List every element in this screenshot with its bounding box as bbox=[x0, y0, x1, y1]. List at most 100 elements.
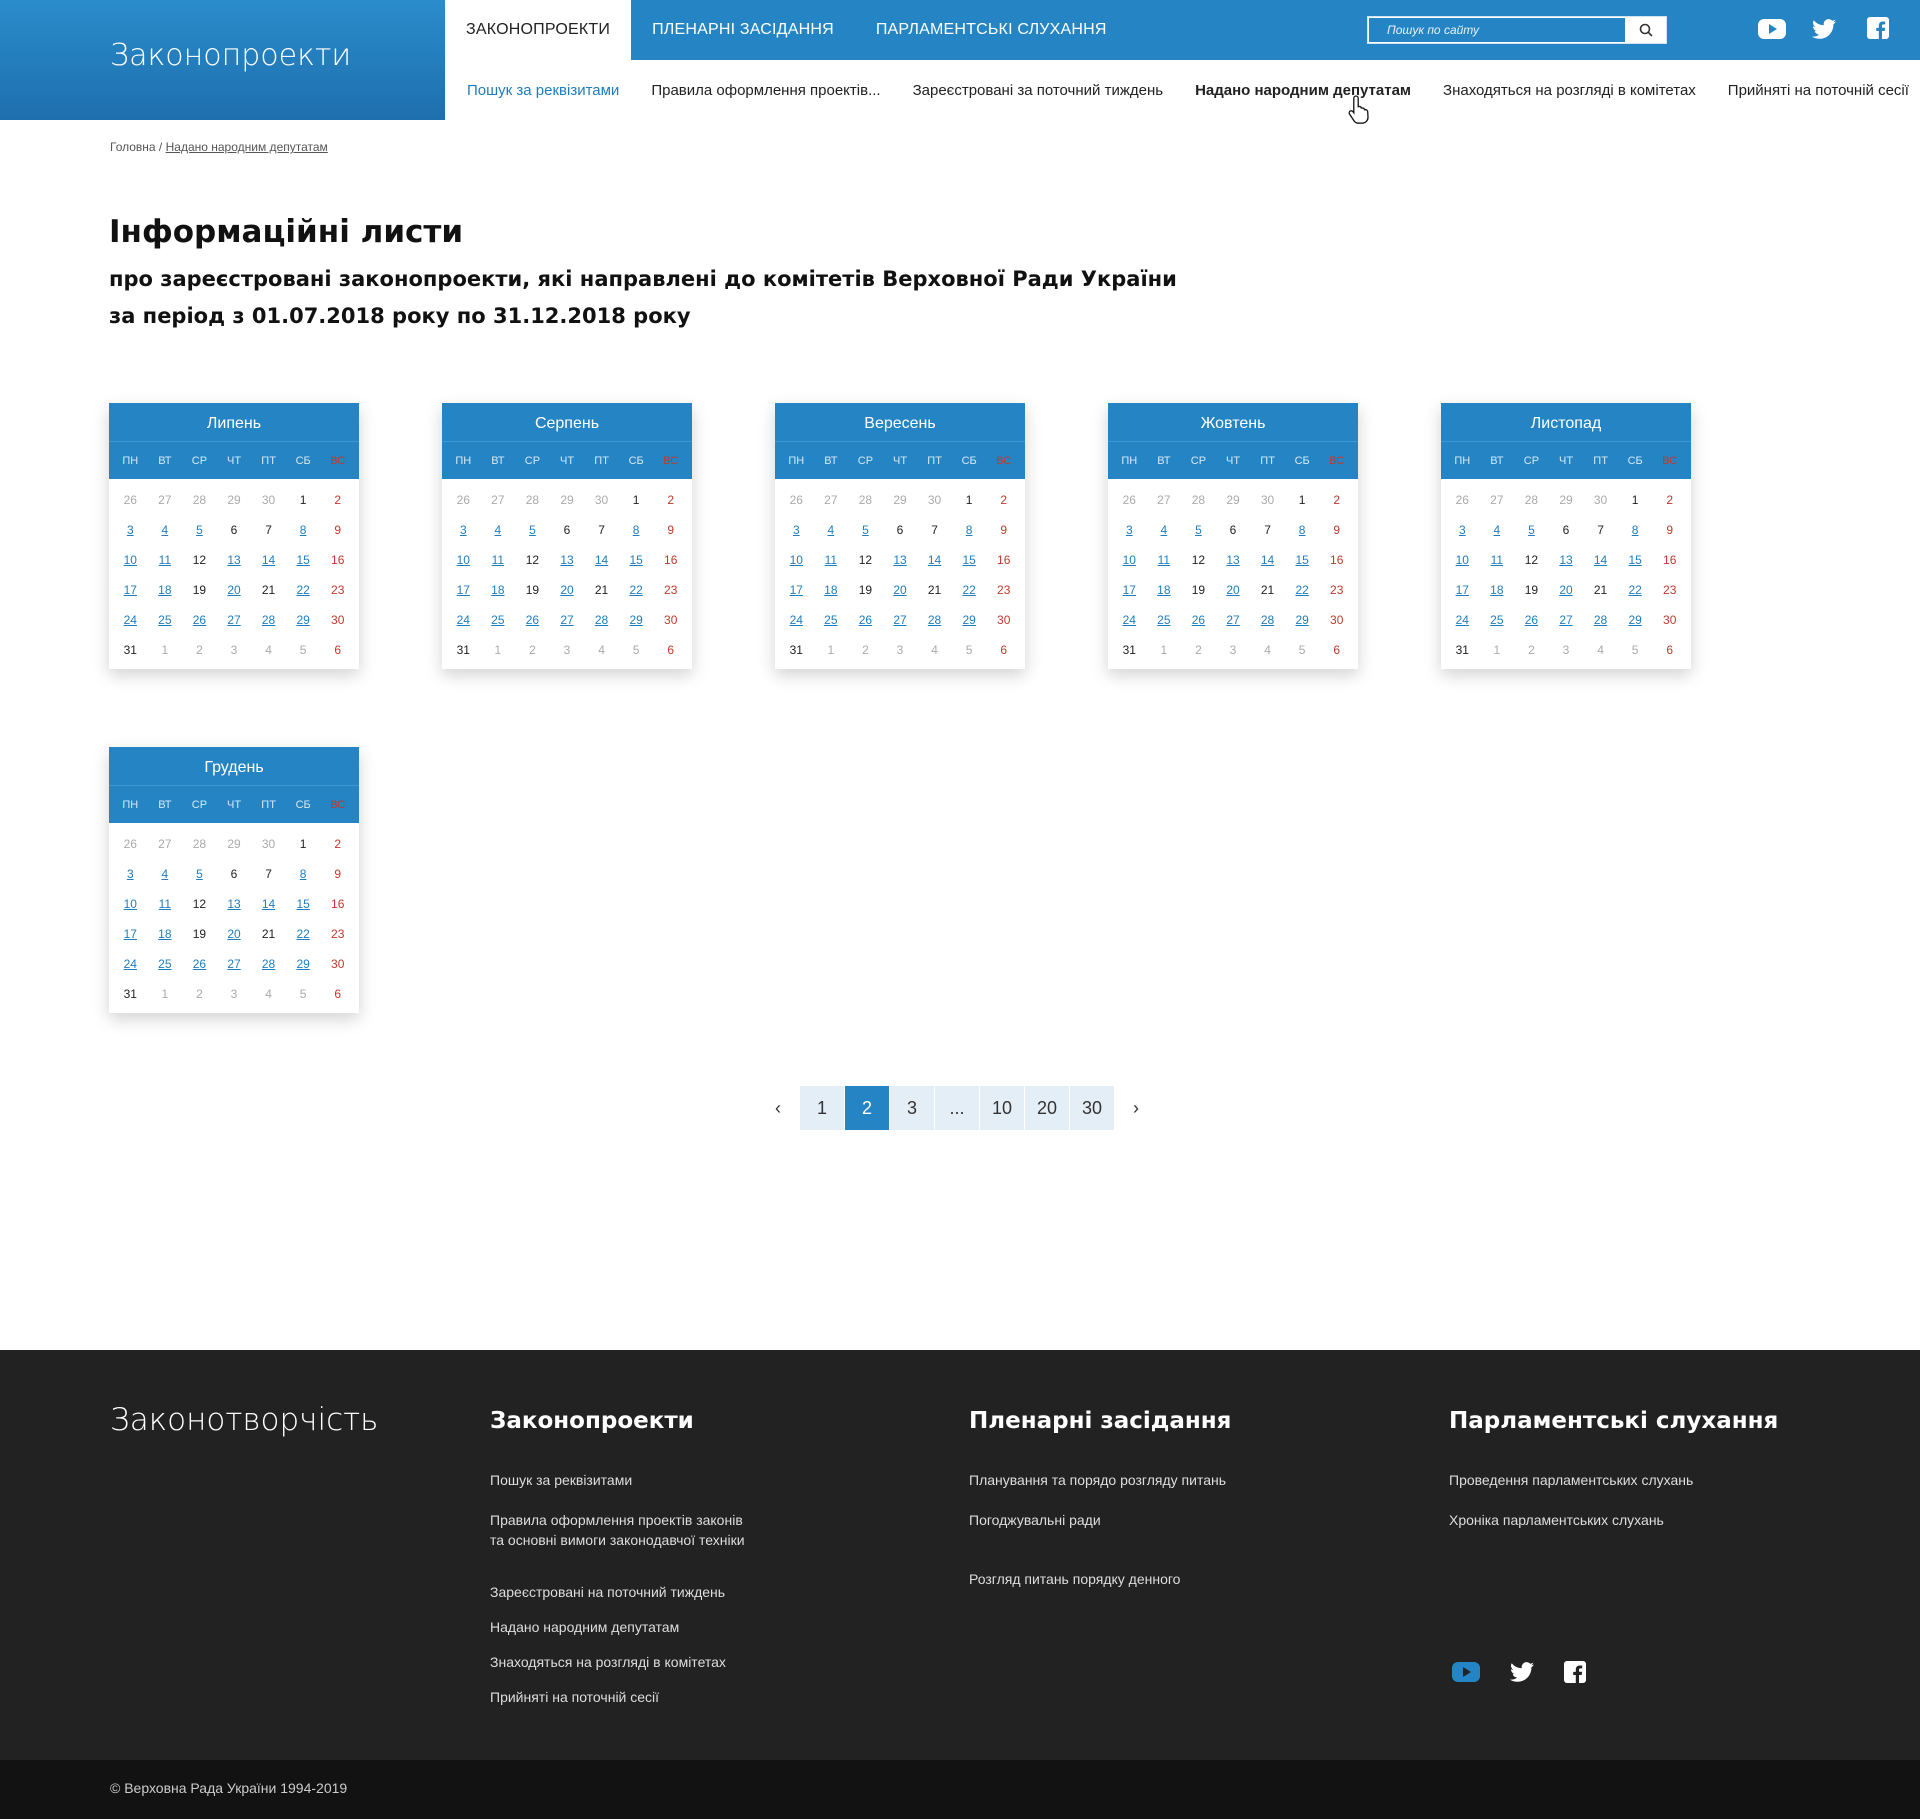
youtube-icon[interactable] bbox=[1757, 17, 1787, 41]
calendar-day[interactable]: 27 bbox=[217, 605, 252, 635]
calendar-day[interactable]: 4 bbox=[481, 515, 516, 545]
calendar-day[interactable]: 4 bbox=[148, 859, 183, 889]
calendar-day[interactable]: 26 bbox=[848, 605, 883, 635]
calendar-day[interactable]: 4 bbox=[1480, 515, 1515, 545]
calendar-day[interactable]: 14 bbox=[251, 545, 286, 575]
twitter-icon[interactable] bbox=[1811, 17, 1837, 41]
footer-link[interactable]: Правила оформлення проектів законів та о… bbox=[490, 1510, 745, 1550]
calendar-day[interactable]: 5 bbox=[182, 859, 217, 889]
calendar-day[interactable]: 27 bbox=[550, 605, 585, 635]
calendar-day[interactable]: 18 bbox=[148, 575, 183, 605]
calendar-day[interactable]: 3 bbox=[446, 515, 481, 545]
calendar-day[interactable]: 28 bbox=[251, 949, 286, 979]
calendar-day[interactable]: 18 bbox=[814, 575, 849, 605]
calendar-day[interactable]: 3 bbox=[113, 859, 148, 889]
calendar-day[interactable]: 14 bbox=[1583, 545, 1618, 575]
pagination-page[interactable]: 2 bbox=[845, 1086, 889, 1130]
calendar-day[interactable]: 3 bbox=[779, 515, 814, 545]
pagination-page[interactable]: 30 bbox=[1070, 1086, 1114, 1130]
calendar-day[interactable]: 18 bbox=[1480, 575, 1515, 605]
pagination-page[interactable]: 3 bbox=[890, 1086, 934, 1130]
calendar-day[interactable]: 18 bbox=[481, 575, 516, 605]
footer-link[interactable]: Проведення парламентських слухань bbox=[1449, 1470, 1693, 1490]
sub-nav-item[interactable]: Зареєстровані за поточний тиждень bbox=[913, 82, 1163, 99]
calendar-day[interactable]: 26 bbox=[182, 605, 217, 635]
calendar-day[interactable]: 22 bbox=[286, 575, 321, 605]
sub-nav-item[interactable]: Прийняті на поточній сесії bbox=[1728, 82, 1909, 99]
sub-nav-item[interactable]: Пошук за реквізитами bbox=[467, 82, 619, 99]
calendar-day[interactable]: 10 bbox=[779, 545, 814, 575]
calendar-day[interactable]: 11 bbox=[481, 545, 516, 575]
calendar-day[interactable]: 27 bbox=[1216, 605, 1251, 635]
calendar-day[interactable]: 18 bbox=[1147, 575, 1182, 605]
calendar-day[interactable]: 24 bbox=[779, 605, 814, 635]
calendar-day[interactable]: 15 bbox=[952, 545, 987, 575]
calendar-day[interactable]: 24 bbox=[1445, 605, 1480, 635]
pagination-next[interactable]: › bbox=[1115, 1086, 1157, 1130]
calendar-day[interactable]: 5 bbox=[182, 515, 217, 545]
calendar-day[interactable]: 25 bbox=[148, 605, 183, 635]
breadcrumb-current[interactable]: Надано народним депутатам bbox=[166, 140, 328, 154]
calendar-day[interactable]: 22 bbox=[286, 919, 321, 949]
calendar-day[interactable]: 28 bbox=[584, 605, 619, 635]
calendar-day[interactable]: 24 bbox=[113, 949, 148, 979]
calendar-day[interactable]: 13 bbox=[217, 889, 252, 919]
calendar-day[interactable]: 15 bbox=[286, 889, 321, 919]
calendar-day[interactable]: 11 bbox=[1480, 545, 1515, 575]
calendar-day[interactable]: 22 bbox=[619, 575, 654, 605]
calendar-day[interactable]: 29 bbox=[952, 605, 987, 635]
calendar-day[interactable]: 24 bbox=[1112, 605, 1147, 635]
footer-link[interactable]: Знаходяться на розгляді в комітетах bbox=[490, 1652, 726, 1672]
calendar-day[interactable]: 13 bbox=[217, 545, 252, 575]
calendar-day[interactable]: 24 bbox=[113, 605, 148, 635]
calendar-day[interactable]: 29 bbox=[1285, 605, 1320, 635]
footer-link[interactable]: Зареєстровані на поточний тиждень bbox=[490, 1582, 725, 1602]
top-nav-item[interactable]: Законопроекти bbox=[445, 0, 632, 60]
facebook-icon[interactable] bbox=[1867, 17, 1889, 39]
calendar-day[interactable]: 17 bbox=[779, 575, 814, 605]
calendar-day[interactable]: 3 bbox=[1112, 515, 1147, 545]
calendar-day[interactable]: 28 bbox=[251, 605, 286, 635]
calendar-day[interactable]: 20 bbox=[217, 575, 252, 605]
calendar-day[interactable]: 14 bbox=[1250, 545, 1285, 575]
calendar-day[interactable]: 11 bbox=[148, 545, 183, 575]
calendar-day[interactable]: 22 bbox=[1618, 575, 1653, 605]
pagination-prev[interactable]: ‹ bbox=[757, 1086, 799, 1130]
calendar-day[interactable]: 14 bbox=[251, 889, 286, 919]
calendar-day[interactable]: 10 bbox=[1112, 545, 1147, 575]
calendar-day[interactable]: 11 bbox=[1147, 545, 1182, 575]
calendar-day[interactable]: 13 bbox=[1216, 545, 1251, 575]
calendar-day[interactable]: 10 bbox=[446, 545, 481, 575]
footer-link[interactable]: Надано народним депутатам bbox=[490, 1617, 679, 1637]
calendar-day[interactable]: 24 bbox=[446, 605, 481, 635]
footer-twitter-icon[interactable] bbox=[1509, 1660, 1535, 1684]
calendar-day[interactable]: 10 bbox=[113, 889, 148, 919]
calendar-day[interactable]: 8 bbox=[286, 859, 321, 889]
footer-facebook-icon[interactable] bbox=[1564, 1661, 1586, 1683]
pagination-page[interactable]: 1 bbox=[800, 1086, 844, 1130]
calendar-day[interactable]: 20 bbox=[883, 575, 918, 605]
calendar-day[interactable]: 4 bbox=[148, 515, 183, 545]
footer-link[interactable]: Прийняті на поточній сесії bbox=[490, 1687, 659, 1707]
calendar-day[interactable]: 5 bbox=[848, 515, 883, 545]
calendar-day[interactable]: 4 bbox=[1147, 515, 1182, 545]
calendar-day[interactable]: 11 bbox=[148, 889, 183, 919]
footer-link[interactable]: Планування та порядо розгляду питань bbox=[969, 1470, 1226, 1490]
brand-block[interactable]: Законопроекти bbox=[0, 0, 445, 120]
calendar-day[interactable]: 17 bbox=[1445, 575, 1480, 605]
calendar-day[interactable]: 29 bbox=[286, 605, 321, 635]
calendar-day[interactable]: 27 bbox=[1549, 605, 1584, 635]
calendar-day[interactable]: 26 bbox=[182, 949, 217, 979]
calendar-day[interactable]: 25 bbox=[1147, 605, 1182, 635]
calendar-day[interactable]: 10 bbox=[113, 545, 148, 575]
calendar-day[interactable]: 18 bbox=[148, 919, 183, 949]
calendar-day[interactable]: 11 bbox=[814, 545, 849, 575]
sub-nav-item[interactable]: Правила оформлення проектів... bbox=[651, 82, 880, 99]
calendar-day[interactable]: 26 bbox=[1181, 605, 1216, 635]
calendar-day[interactable]: 4 bbox=[814, 515, 849, 545]
calendar-day[interactable]: 27 bbox=[883, 605, 918, 635]
footer-link[interactable]: Хроніка парламентських слухань bbox=[1449, 1510, 1664, 1530]
calendar-day[interactable]: 14 bbox=[917, 545, 952, 575]
calendar-day[interactable]: 17 bbox=[113, 575, 148, 605]
calendar-day[interactable]: 25 bbox=[481, 605, 516, 635]
